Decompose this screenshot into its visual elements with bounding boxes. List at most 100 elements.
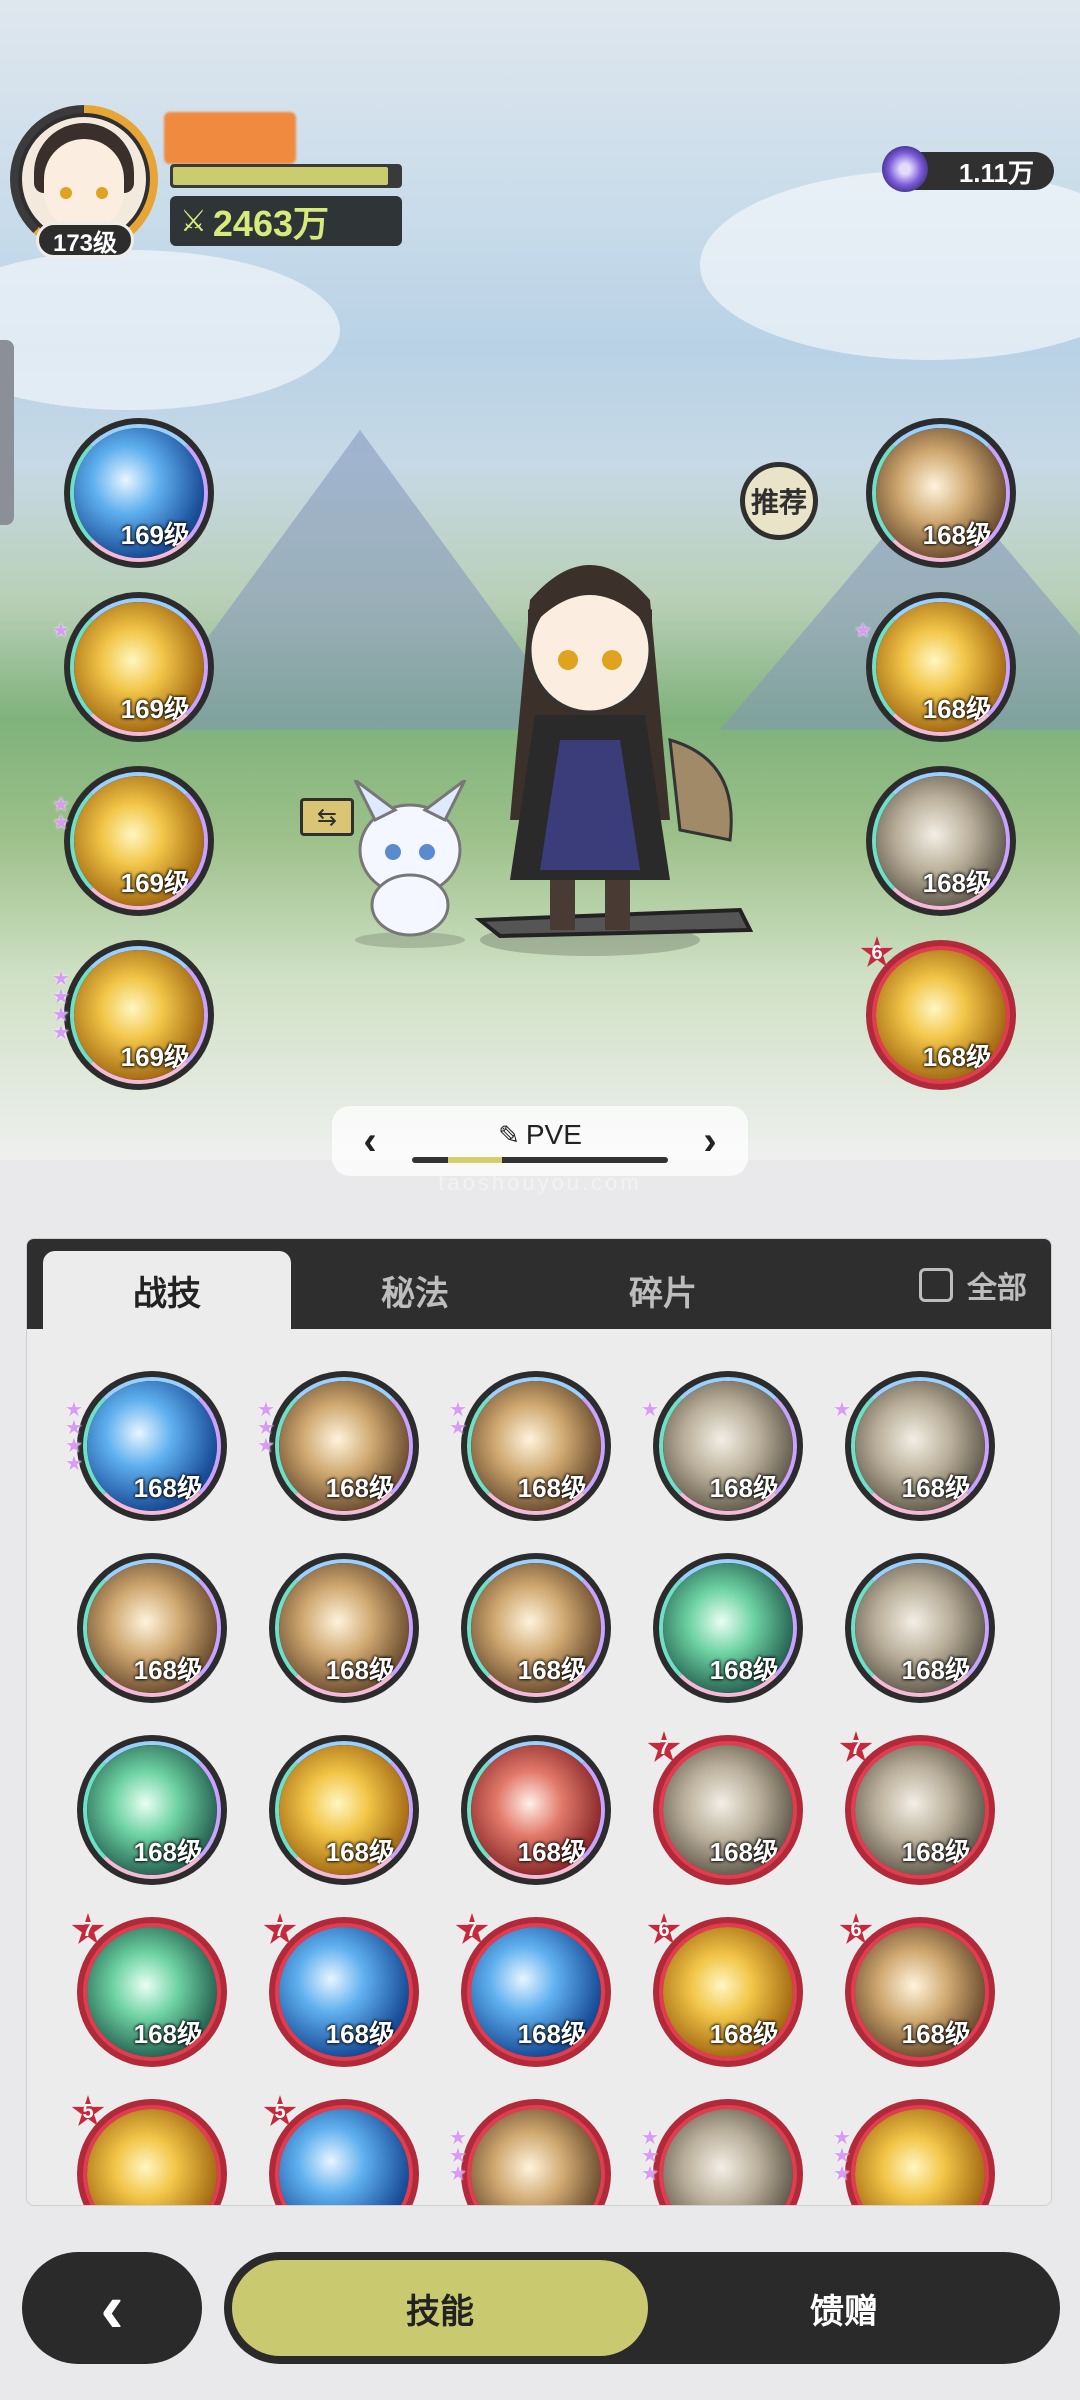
- skill-level: 168级: [709, 1654, 779, 1685]
- recommend-button[interactable]: 推荐: [740, 462, 818, 540]
- star-icon: ★: [52, 620, 70, 642]
- side-drawer-handle[interactable]: [0, 340, 14, 525]
- combat-power-value: 2463万: [212, 203, 329, 244]
- skill-card[interactable]: 168级 6: [647, 1913, 803, 2067]
- skill-card[interactable]: ★ ★ ★: [833, 2099, 995, 2205]
- skill-card[interactable]: 168级 7: [455, 1913, 611, 2067]
- hero-character: [474, 565, 754, 956]
- skill-card[interactable]: 168级: [77, 1553, 227, 1703]
- loadout-label[interactable]: PVE: [526, 1119, 582, 1151]
- rank-badge: 7: [839, 1731, 873, 1762]
- show-all-label: 全部: [967, 1272, 1027, 1305]
- equipped-skill-left-1[interactable]: 169级: [64, 418, 214, 568]
- skill-card[interactable]: 168级: [77, 1735, 227, 1885]
- skill-level: 168级: [901, 1836, 971, 1867]
- equipped-skill-right-2[interactable]: 168级 ★: [854, 592, 1016, 742]
- rank-badge: 5: [71, 2095, 105, 2126]
- skill-card[interactable]: ★ ★ ★: [449, 2099, 611, 2205]
- skill-level: 168级: [922, 693, 992, 724]
- star-icon: ★: [854, 620, 872, 642]
- rank-badge: 6: [839, 1913, 873, 1944]
- rank-badge: 7: [455, 1913, 489, 1944]
- back-button[interactable]: ‹: [22, 2252, 202, 2364]
- star-icon: ★: [641, 1399, 659, 1421]
- star-rank: ★: [833, 1400, 851, 1420]
- skill-level: 169级: [120, 867, 190, 898]
- show-all-toggle[interactable]: 全部: [919, 1263, 1027, 1307]
- star-rank: ★ ★ ★ ★: [65, 1400, 83, 1475]
- skill-card[interactable]: 168级: [653, 1553, 803, 1703]
- tab-gift[interactable]: 馈赠: [636, 2260, 1052, 2356]
- skill-card[interactable]: 168级 ★: [833, 1371, 995, 1521]
- skill-level: 168级: [133, 1472, 203, 1503]
- skill-card[interactable]: 5: [263, 2095, 419, 2205]
- skill-card[interactable]: 5: [71, 2095, 227, 2205]
- equipped-skill-left-2[interactable]: 169级 ★: [52, 592, 214, 742]
- loadout-page-indicator: [412, 1157, 668, 1163]
- star-rank: ★: [641, 1399, 659, 1421]
- loadout-prev-arrow[interactable]: ‹: [350, 1119, 390, 1164]
- loadout-next-arrow[interactable]: ›: [690, 1119, 730, 1164]
- skill-card[interactable]: 168级: [461, 1553, 611, 1703]
- star-rank: ★ ★: [52, 795, 70, 834]
- cloud: [0, 250, 340, 410]
- edit-pencil-icon[interactable]: ✎: [498, 1120, 520, 1151]
- tab-skills[interactable]: 技能: [232, 2260, 648, 2356]
- skill-level: 168级: [922, 867, 992, 898]
- skill-card[interactable]: 168级: [461, 1735, 611, 1885]
- star-rank: ★ ★ ★: [833, 2128, 851, 2185]
- skill-card[interactable]: 168级: [269, 1553, 419, 1703]
- skill-card[interactable]: ★ ★ ★: [641, 2099, 803, 2205]
- equipped-skill-left-4[interactable]: 169级 ★ ★ ★ ★: [52, 940, 214, 1090]
- tab-1[interactable]: 战技: [43, 1251, 291, 1329]
- player-level: 173级: [36, 222, 134, 258]
- skill-grid[interactable]: 168级 ★ ★ ★ ★ 168级 ★ ★ ★ 168级 ★ ★ 168级 ★ 168级 ★ 168级 168级 1…: [27, 1329, 1051, 2205]
- skill-card[interactable]: 168级 7: [839, 1731, 995, 1885]
- star-icon: ★: [833, 2163, 851, 2185]
- star-icon: ★: [257, 1435, 275, 1457]
- skill-level: 168级: [133, 1836, 203, 1867]
- skill-level: 169级: [120, 1041, 190, 1072]
- skill-art-icon: [279, 2109, 409, 2205]
- loadout-selector: ‹ ✎ PVE ›: [332, 1106, 748, 1176]
- swap-pet-icon[interactable]: ⇆: [300, 798, 354, 836]
- currency-display[interactable]: 1.11万: [882, 146, 1054, 192]
- skill-card[interactable]: 168级 7: [647, 1731, 803, 1885]
- show-all-checkbox[interactable]: [919, 1268, 953, 1302]
- skill-card[interactable]: 168级 7: [263, 1913, 419, 2067]
- skill-card[interactable]: 168级 ★: [641, 1371, 803, 1521]
- tab-3[interactable]: 碎片: [539, 1251, 787, 1329]
- skill-inventory-panel: 战技 秘法 碎片 全部 168级 ★ ★ ★ ★ 168级 ★ ★ ★ 168级 ★ ★ 168级 ★ 168级…: [26, 1238, 1052, 2206]
- star-icon: ★: [449, 1417, 467, 1439]
- equipped-skill-left-3[interactable]: 169级 ★ ★: [52, 766, 214, 916]
- skill-card[interactable]: 168级 6: [839, 1913, 995, 2067]
- bottom-nav: 技能 馈赠: [224, 2252, 1060, 2364]
- skill-art-icon: [471, 2109, 601, 2205]
- tab-2[interactable]: 秘法: [291, 1251, 539, 1329]
- star-icon: ★: [65, 1453, 83, 1475]
- equipped-skill-right-1[interactable]: 168级: [866, 418, 1016, 568]
- skill-art-icon: [87, 2109, 217, 2205]
- skill-card[interactable]: 168级: [845, 1553, 995, 1703]
- cloud: [700, 170, 1080, 360]
- skill-card[interactable]: 168级 ★ ★ ★: [257, 1371, 419, 1521]
- skill-level: 168级: [922, 1041, 992, 1072]
- skill-level: 168级: [325, 2018, 395, 2049]
- rank-badge: 6: [647, 1913, 681, 1944]
- rank-badge: 7: [647, 1731, 681, 1762]
- rank-badge: 5: [263, 2095, 297, 2126]
- equipped-skill-right-3[interactable]: 168级: [866, 766, 1016, 916]
- skill-card[interactable]: 168级 ★ ★: [449, 1371, 611, 1521]
- combat-power: ⚔ 2463万: [170, 196, 402, 246]
- skill-level: 168级: [517, 2018, 587, 2049]
- skill-card[interactable]: 168级 7: [71, 1913, 227, 2067]
- skill-level: 169级: [120, 519, 190, 550]
- equipped-skill-right-4[interactable]: 168级 6: [860, 936, 1016, 1090]
- star-rank: ★: [52, 620, 70, 642]
- skill-card[interactable]: 168级 ★ ★ ★ ★: [65, 1371, 227, 1521]
- panel-tabs: 战技 秘法 碎片: [27, 1239, 1051, 1329]
- star-rank: ★ ★ ★: [449, 2128, 467, 2184]
- star-icon: ★: [52, 812, 70, 834]
- skill-card[interactable]: 168级: [269, 1735, 419, 1885]
- currency-value: 1.11万: [958, 157, 1034, 188]
